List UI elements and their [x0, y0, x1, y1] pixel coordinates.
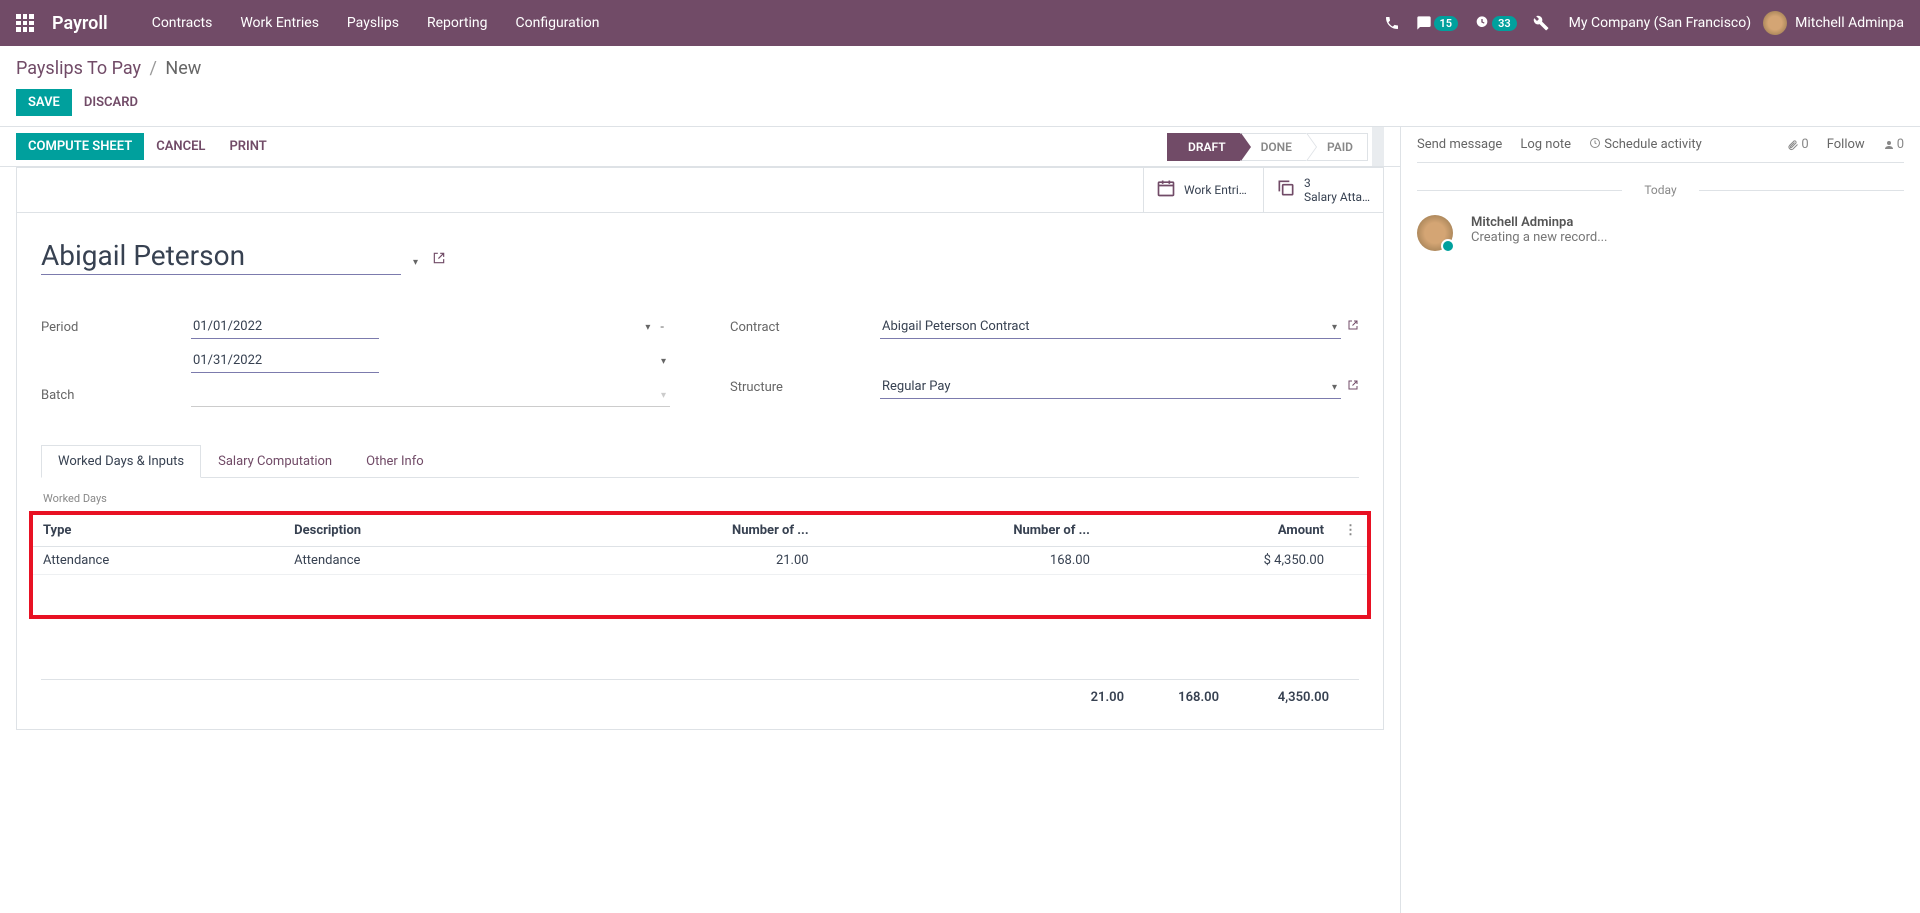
label-structure: Structure [730, 380, 880, 395]
follow-button[interactable]: Follow [1827, 137, 1865, 152]
menu-configuration[interactable]: Configuration [502, 15, 614, 31]
user-menu[interactable]: Mitchell Adminpa [1795, 15, 1904, 31]
tab-worked-days[interactable]: Worked Days & Inputs [41, 445, 201, 478]
top-navbar: Payroll Contracts Work Entries Payslips … [0, 0, 1920, 46]
section-worked-days: Worked Days [43, 492, 1359, 505]
menu-reporting[interactable]: Reporting [413, 15, 502, 31]
contract-input[interactable] [880, 315, 1341, 339]
menu-payslips[interactable]: Payslips [333, 15, 413, 31]
col-type[interactable]: Type [33, 515, 284, 547]
app-brand[interactable]: Payroll [52, 13, 108, 34]
message-author: Mitchell Adminpa [1471, 215, 1608, 230]
cell-amount: $ 4,350.00 [1100, 547, 1334, 575]
col-days[interactable]: Number of ... [537, 515, 818, 547]
chevron-down-icon[interactable]: ▾ [1332, 382, 1337, 393]
worked-days-table: Type Description Number of ... Number of… [33, 515, 1367, 615]
attachments-button[interactable]: 0 [1787, 137, 1808, 152]
cell-desc: Attendance [284, 547, 537, 575]
menu-contracts[interactable]: Contracts [138, 15, 227, 31]
tab-salary-computation[interactable]: Salary Computation [201, 445, 349, 478]
stat-work-entries-label: Work Entries [1184, 183, 1251, 197]
log-note-button[interactable]: Log note [1520, 137, 1571, 152]
col-amount[interactable]: Amount [1100, 515, 1334, 547]
status-stages: DRAFT DONE PAID [1168, 133, 1368, 161]
label-period: Period [41, 320, 191, 335]
compute-sheet-button[interactable]: COMPUTE SHEET [16, 133, 144, 160]
print-button[interactable]: PRINT [217, 133, 278, 160]
message-item: Mitchell Adminpa Creating a new record..… [1417, 209, 1904, 257]
chatter: Send message Log note Schedule activity … [1400, 127, 1920, 913]
chevron-down-icon[interactable]: ▾ [661, 356, 666, 367]
date-separator: Today [1417, 183, 1904, 197]
messages-icon[interactable]: 15 [1416, 15, 1459, 31]
total-hours: 168.00 [1124, 690, 1219, 705]
discard-button[interactable]: DISCARD [84, 89, 138, 116]
date-to-input[interactable] [191, 349, 379, 373]
user-avatar[interactable] [1763, 11, 1787, 35]
tab-other-info[interactable]: Other Info [349, 445, 441, 478]
chevron-down-icon[interactable]: ▾ [1332, 322, 1337, 333]
stat-salary-label: Salary Atta... [1304, 190, 1371, 204]
stat-salary-attachments[interactable]: 3 Salary Atta... [1263, 168, 1383, 212]
batch-input[interactable] [191, 383, 670, 407]
table-totals: 21.00 168.00 4,350.00 [41, 679, 1359, 705]
col-description[interactable]: Description [284, 515, 537, 547]
total-days: 21.00 [1029, 690, 1124, 705]
highlighted-table: Type Description Number of ... Number of… [29, 511, 1371, 619]
messages-badge: 15 [1434, 16, 1459, 31]
total-amount: 4,350.00 [1219, 690, 1329, 705]
structure-input[interactable] [880, 375, 1341, 399]
scrollbar-hint [1372, 127, 1384, 166]
label-batch: Batch [41, 388, 191, 403]
edit-actions: SAVE DISCARD [0, 85, 1920, 126]
chevron-down-icon[interactable]: ▾ [413, 257, 418, 268]
label-contract: Contract [730, 320, 880, 335]
calendar-icon [1156, 178, 1176, 202]
message-body: Creating a new record... [1471, 230, 1608, 245]
stat-salary-count: 3 [1304, 176, 1371, 190]
schedule-activity-button[interactable]: Schedule activity [1589, 137, 1702, 152]
copy-icon [1276, 178, 1296, 202]
breadcrumb-parent[interactable]: Payslips To Pay [16, 58, 141, 79]
col-hours[interactable]: Number of ... [819, 515, 1100, 547]
phone-icon[interactable] [1384, 15, 1400, 31]
chevron-down-icon[interactable]: ▾ [661, 390, 666, 401]
company-selector[interactable]: My Company (San Francisco) [1569, 15, 1751, 31]
table-header-row: Type Description Number of ... Number of… [33, 515, 1367, 547]
apps-icon[interactable] [16, 14, 34, 32]
debug-icon[interactable] [1533, 15, 1549, 31]
stat-buttons: Work Entries 3 Salary Atta... [17, 168, 1383, 213]
employee-field[interactable] [41, 237, 401, 275]
message-avatar [1417, 215, 1453, 251]
cell-hours: 168.00 [819, 547, 1100, 575]
cell-days: 21.00 [537, 547, 818, 575]
external-link-icon[interactable] [432, 251, 446, 269]
menu-work-entries[interactable]: Work Entries [226, 15, 333, 31]
external-link-icon[interactable] [1347, 319, 1359, 335]
chevron-down-icon[interactable]: ▾ [645, 322, 650, 333]
cell-type: Attendance [33, 547, 284, 575]
kebab-icon[interactable]: ⋮ [1334, 515, 1367, 547]
breadcrumb-current: New [165, 58, 201, 79]
status-bar: COMPUTE SHEET CANCEL PRINT DRAFT DONE PA… [0, 127, 1400, 167]
followers-button[interactable]: 0 [1883, 137, 1904, 152]
stat-work-entries[interactable]: Work Entries [1143, 168, 1263, 212]
form-sheet: Work Entries 3 Salary Atta... ▾ [16, 167, 1384, 730]
form-view: COMPUTE SHEET CANCEL PRINT DRAFT DONE PA… [0, 127, 1400, 913]
cancel-button[interactable]: CANCEL [144, 133, 217, 160]
external-link-icon[interactable] [1347, 379, 1359, 395]
table-row[interactable]: Attendance Attendance 21.00 168.00 $ 4,3… [33, 547, 1367, 575]
activities-icon[interactable]: 33 [1474, 15, 1517, 31]
notebook-tabs: Worked Days & Inputs Salary Computation … [41, 445, 1359, 478]
send-message-button[interactable]: Send message [1417, 137, 1502, 152]
activities-badge: 33 [1492, 16, 1517, 31]
breadcrumb: Payslips To Pay / New [0, 46, 1920, 85]
date-from-input[interactable] [191, 315, 379, 339]
stage-draft[interactable]: DRAFT [1167, 133, 1241, 161]
save-button[interactable]: SAVE [16, 89, 72, 116]
